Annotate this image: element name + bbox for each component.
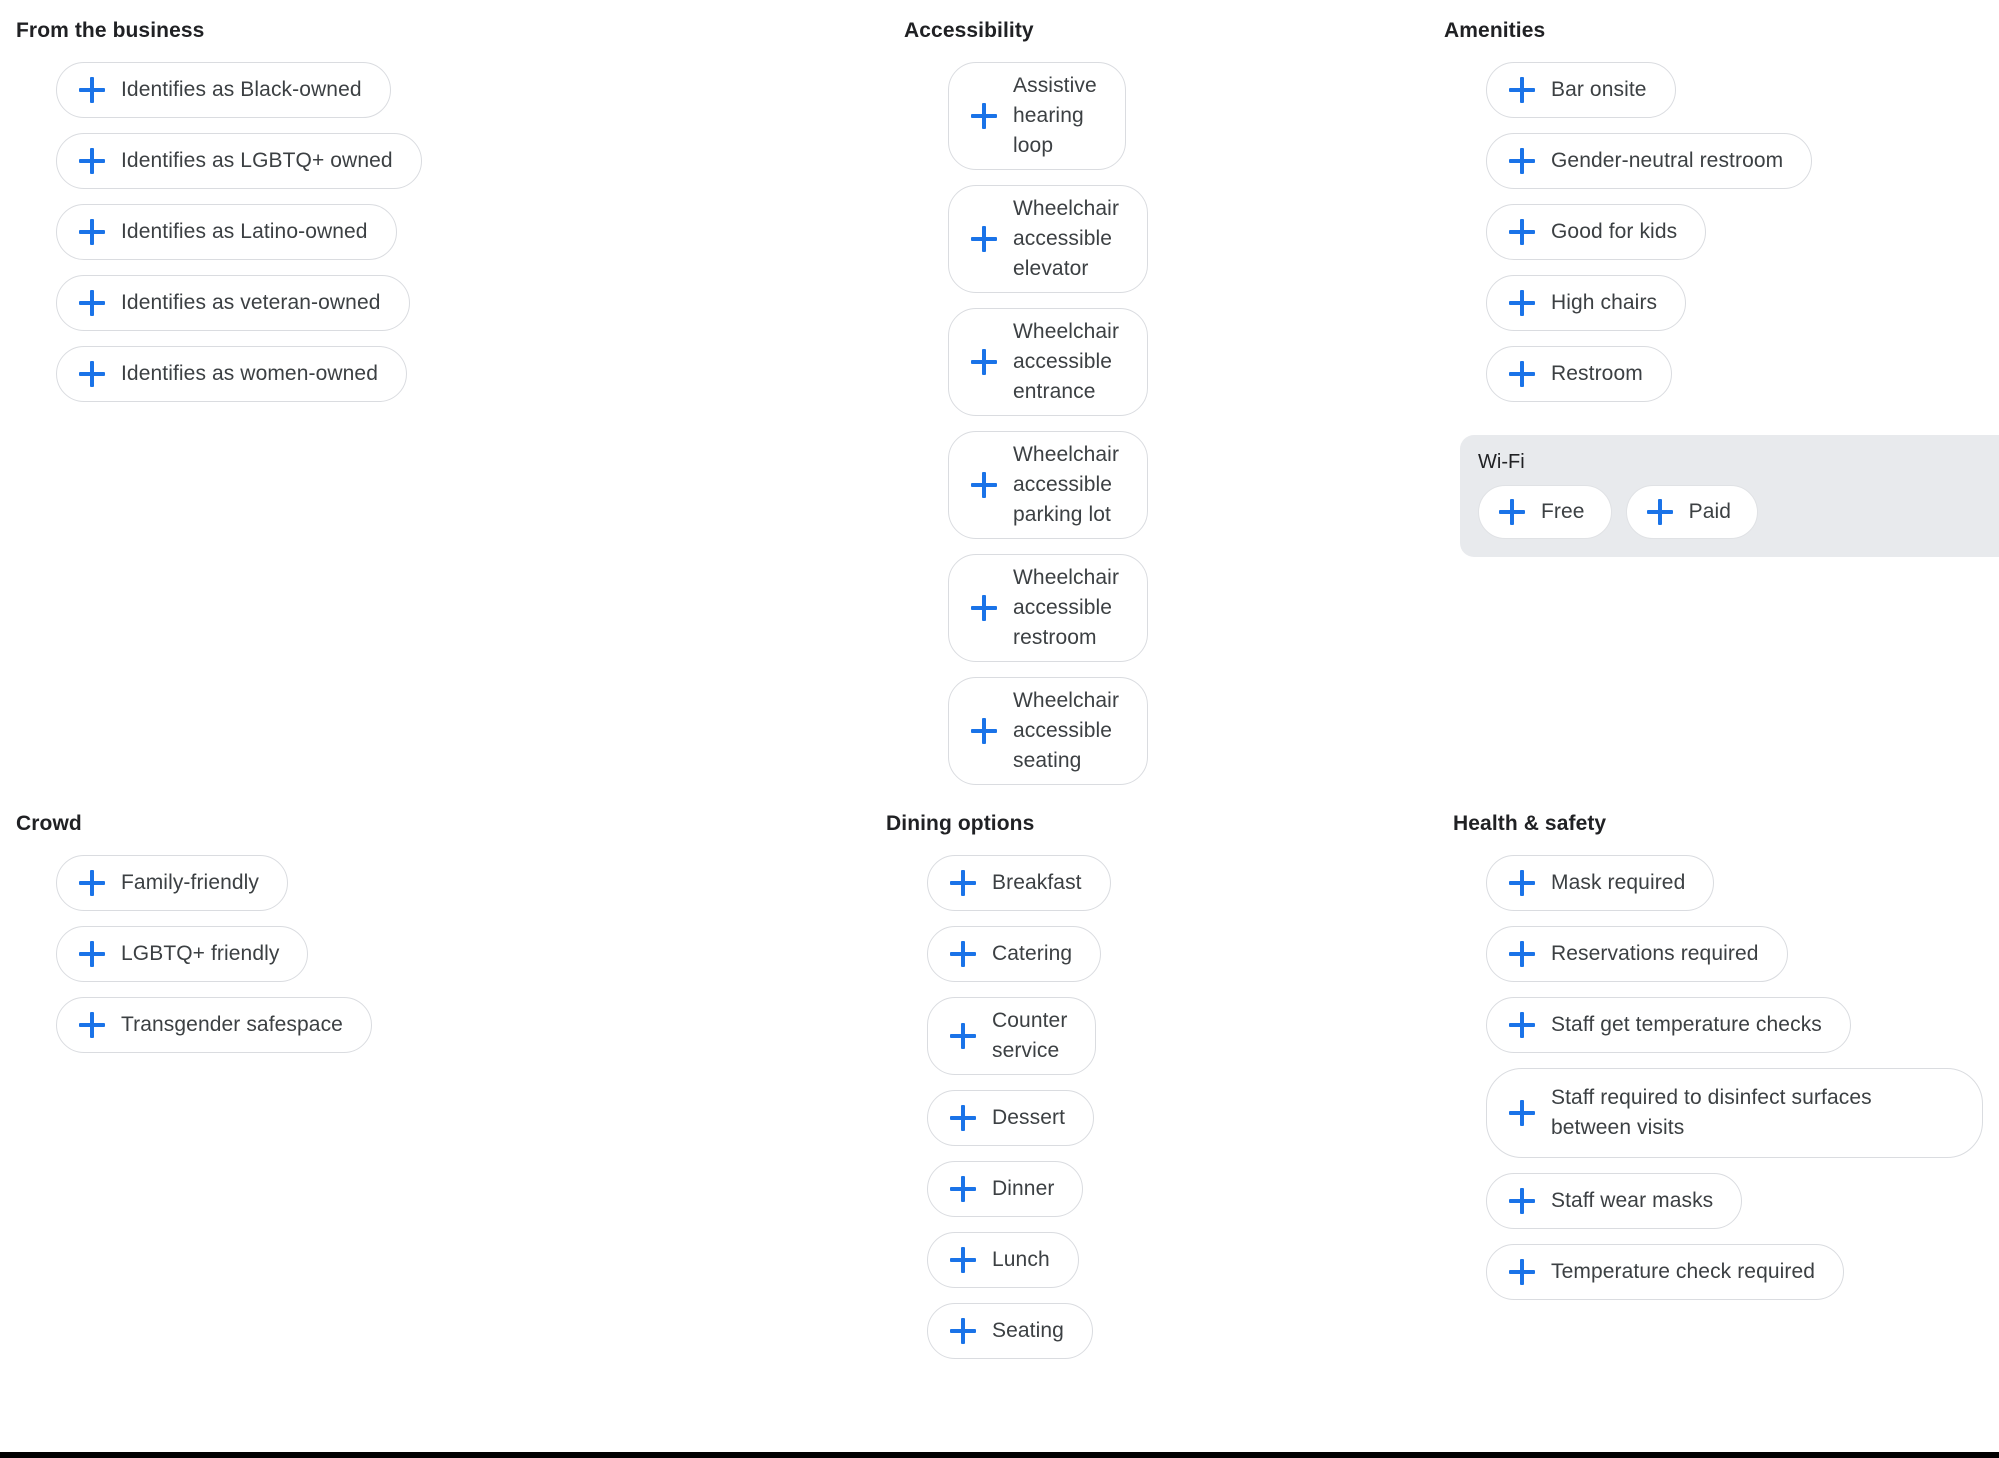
- plus-icon: [1509, 1100, 1535, 1126]
- plus-icon: [1509, 1188, 1535, 1214]
- chip-list-dining-options: Breakfast Catering Counter service Desse…: [443, 855, 1111, 1359]
- attribute-chip-wifi-paid[interactable]: Paid: [1625, 485, 1759, 539]
- section-title-amenities: Amenities: [1444, 19, 1546, 42]
- plus-icon: [1509, 941, 1535, 967]
- attribute-chip-label: Restroom: [1551, 362, 1643, 385]
- plus-icon: [1509, 361, 1535, 387]
- plus-icon: [1509, 219, 1535, 245]
- plus-icon: [1499, 499, 1525, 525]
- attribute-chip-label: High chairs: [1551, 291, 1658, 314]
- attribute-chip[interactable]: Identifies as veteran-owned: [56, 275, 410, 331]
- attributes-row-bottom: Crowd Family-friendly LGBTQ+ friendly Tr…: [0, 785, 1999, 1359]
- attribute-chip[interactable]: Wheelchair accessible restroom: [948, 554, 1149, 662]
- attribute-chip-label: Staff wear masks: [1551, 1189, 1714, 1212]
- plus-icon: [79, 1012, 105, 1038]
- attribute-chip-label: Family-friendly: [121, 871, 260, 894]
- attribute-chip[interactable]: Good for kids: [1486, 204, 1707, 260]
- plus-icon: [79, 77, 105, 103]
- attribute-chip-label: Temperature check required: [1551, 1260, 1816, 1283]
- plus-icon: [79, 148, 105, 174]
- attribute-chip[interactable]: Transgender safespace: [56, 997, 372, 1053]
- section-crowd: Crowd Family-friendly LGBTQ+ friendly Tr…: [0, 811, 443, 1053]
- attributes-board: From the business Identifies as Black-ow…: [0, 0, 1999, 1452]
- attribute-chip[interactable]: Family-friendly: [56, 855, 289, 911]
- plus-icon: [79, 361, 105, 387]
- chip-list-crowd: Family-friendly LGBTQ+ friendly Transgen…: [16, 855, 443, 1053]
- attribute-chip-label: Identifies as Latino-owned: [121, 220, 368, 243]
- attribute-chip-label: Staff required to disinfect surfaces bet…: [1551, 1086, 1872, 1139]
- attribute-chip[interactable]: Reservations required: [1486, 926, 1788, 982]
- subgroup-title-wifi: Wi-Fi: [1478, 451, 1525, 473]
- chip-list-amenities: Bar onsite Gender-neutral restroom Good …: [948, 62, 1999, 557]
- plus-icon: [1509, 148, 1535, 174]
- plus-icon: [1646, 499, 1673, 525]
- plus-icon: [971, 718, 997, 744]
- attribute-chip-label: Staff get temperature checks: [1551, 1013, 1822, 1036]
- attribute-chip[interactable]: LGBTQ+ friendly: [56, 926, 309, 982]
- attribute-chip-label: Wheelchair accessible restroom: [1013, 566, 1120, 649]
- attribute-chip-label: Mask required: [1551, 871, 1686, 894]
- attribute-chip-label: LGBTQ+ friendly: [121, 942, 280, 965]
- section-title-crowd: Crowd: [16, 812, 82, 835]
- attribute-chip-label: Wheelchair accessible seating: [1013, 689, 1120, 772]
- attribute-chip[interactable]: Seating: [927, 1303, 1093, 1359]
- attribute-chip-label: Paid: [1688, 500, 1732, 523]
- attribute-chip[interactable]: High chairs: [1486, 275, 1687, 331]
- attribute-chip[interactable]: Restroom: [1486, 346, 1672, 402]
- section-title-dining-options: Dining options: [886, 812, 1035, 835]
- plus-icon: [950, 1318, 976, 1344]
- subgroup-wifi: Wi-Fi Free Paid: [1460, 435, 1999, 557]
- plus-icon: [79, 870, 105, 896]
- attribute-chip-label: Identifies as women-owned: [121, 362, 378, 385]
- plus-icon: [79, 290, 105, 316]
- attribute-chip-label: Free: [1541, 500, 1585, 523]
- plus-icon: [1509, 1012, 1535, 1038]
- attribute-chip-label: Identifies as LGBTQ+ owned: [121, 149, 393, 172]
- section-title-from-the-business: From the business: [16, 19, 205, 42]
- chip-list-health-and-safety: Mask required Reservations required Staf…: [948, 855, 1983, 1300]
- attribute-chip[interactable]: Staff wear masks: [1486, 1173, 1743, 1229]
- plus-icon: [1509, 1259, 1535, 1285]
- attribute-chip[interactable]: Temperature check required: [1486, 1244, 1845, 1300]
- chip-list-accessibility: Assistive hearing loop Wheelchair access…: [452, 62, 1149, 785]
- plus-icon: [1509, 870, 1535, 896]
- attribute-chip[interactable]: Identifies as Latino-owned: [56, 204, 397, 260]
- attribute-chip-label: Identifies as Black-owned: [121, 78, 362, 101]
- plus-icon: [79, 219, 105, 245]
- attribute-chip[interactable]: Staff required to disinfect surfaces bet…: [1486, 1068, 1983, 1158]
- chip-list-wifi: Free Paid: [1478, 485, 1999, 539]
- attribute-chip[interactable]: Identifies as LGBTQ+ owned: [56, 133, 422, 189]
- section-title-accessibility: Accessibility: [904, 19, 1034, 42]
- attribute-chip-label: Transgender safespace: [121, 1013, 343, 1036]
- plus-icon: [1509, 77, 1535, 103]
- attribute-chip-label: Gender-neutral restroom: [1551, 149, 1784, 172]
- section-dining-options: Dining options Breakfast Catering Counte…: [443, 811, 1111, 1359]
- attribute-chip-wifi-free[interactable]: Free: [1478, 485, 1612, 539]
- attribute-chip-label: Identifies as veteran-owned: [121, 291, 381, 314]
- plus-icon: [971, 595, 997, 621]
- chip-list-from-the-business: Identifies as Black-owned Identifies as …: [16, 62, 452, 402]
- attribute-chip-label: Seating: [992, 1319, 1064, 1342]
- section-health-and-safety: Health & safety Mask required Reservatio…: [948, 811, 1983, 1300]
- attribute-chip[interactable]: Identifies as women-owned: [56, 346, 407, 402]
- section-amenities: Amenities Bar onsite Gender-neutral rest…: [948, 18, 1999, 557]
- plus-icon: [1509, 290, 1535, 316]
- attribute-chip[interactable]: Wheelchair accessible seating: [948, 677, 1149, 785]
- attribute-chip-label: Good for kids: [1551, 220, 1678, 243]
- attribute-chip[interactable]: Staff get temperature checks: [1486, 997, 1851, 1053]
- attribute-chip-label: Reservations required: [1551, 942, 1759, 965]
- attributes-row-top: From the business Identifies as Black-ow…: [0, 0, 1999, 785]
- section-accessibility: Accessibility Assistive hearing loop Whe…: [452, 18, 1149, 785]
- attribute-chip[interactable]: Mask required: [1486, 855, 1715, 911]
- attribute-chip[interactable]: Identifies as Black-owned: [56, 62, 391, 118]
- section-from-the-business: From the business Identifies as Black-ow…: [0, 18, 452, 402]
- plus-icon: [79, 941, 105, 967]
- attribute-chip[interactable]: Gender-neutral restroom: [1486, 133, 1813, 189]
- attribute-chip-label: Bar onsite: [1551, 78, 1647, 101]
- section-title-health-and-safety: Health & safety: [1453, 812, 1607, 835]
- attribute-chip[interactable]: Bar onsite: [1486, 62, 1676, 118]
